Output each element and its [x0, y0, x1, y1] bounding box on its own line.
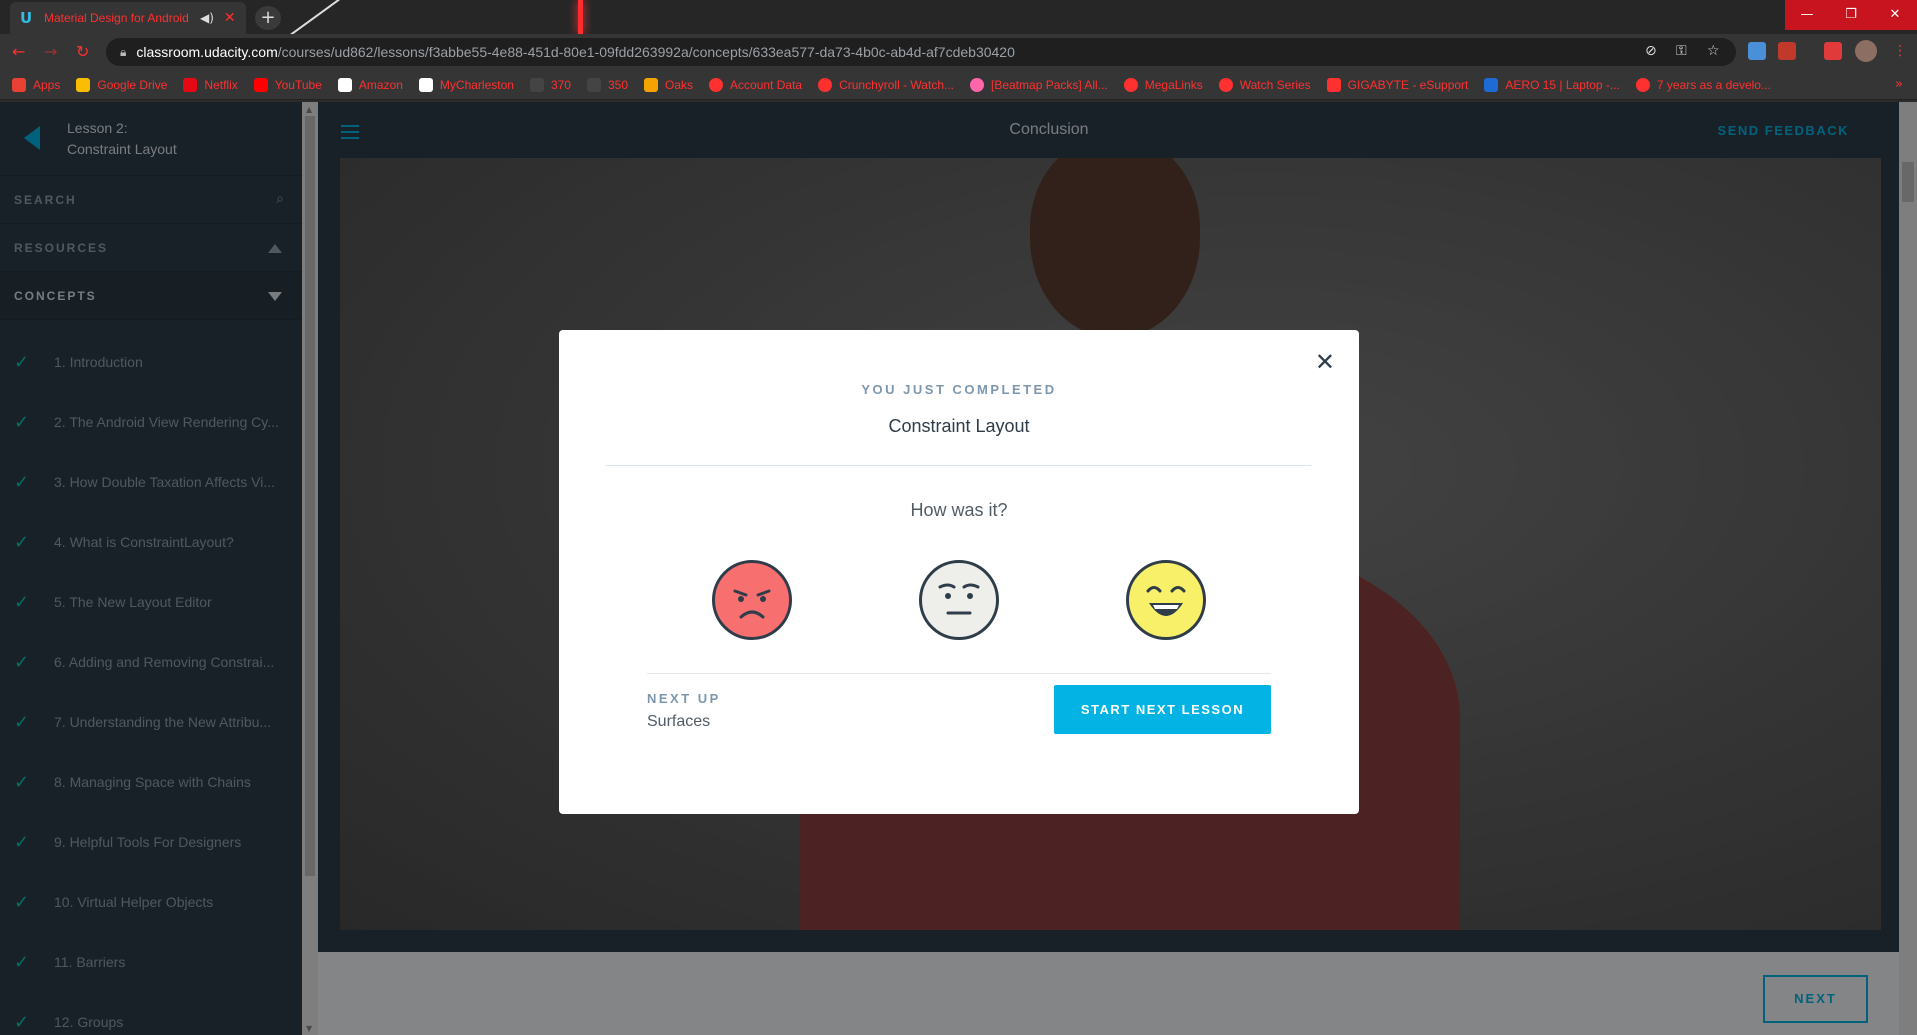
bookmark-item[interactable]: Netflix [183, 77, 238, 92]
bookmark-item[interactable]: 350 [586, 77, 628, 92]
menu-dots-icon[interactable]: ⋮ [1893, 43, 1907, 59]
bookmark-icon [818, 77, 833, 92]
next-up-lesson: Surfaces [647, 713, 711, 730]
bookmark-item[interactable]: Crunchyroll - Watch... [818, 77, 954, 92]
bookmark-icon [709, 77, 724, 92]
restore-button[interactable]: ❐ [1829, 0, 1873, 30]
next-up-label: NEXT UP [647, 691, 721, 706]
browser-tab[interactable]: U Material Design for Android ◀) ✕ [10, 2, 246, 34]
bookmarks-bar: Apps Google Drive Netflix YouTube Amazon… [0, 70, 1917, 100]
address-bar[interactable]: 🔒︎ classroom.udacity.com/courses/ud862/l… [106, 38, 1736, 66]
new-tab-button[interactable]: + [255, 6, 281, 30]
divider [647, 673, 1271, 674]
extension-icon[interactable] [1748, 42, 1766, 60]
happy-face-icon[interactable] [1126, 560, 1206, 640]
bookmark-icon [183, 77, 198, 92]
bookmark-item[interactable]: MegaLinks [1123, 77, 1203, 92]
blocked-icon[interactable]: ⊘ [1645, 43, 1657, 59]
bookmark-icon [529, 77, 544, 92]
audio-icon[interactable]: ◀) [200, 11, 214, 25]
angry-face-icon[interactable] [712, 560, 792, 640]
profile-avatar[interactable] [1855, 40, 1877, 62]
completed-label: YOU JUST COMPLETED [861, 382, 1057, 397]
browser-toolbar: ← → ↻ 🔒︎ classroom.udacity.com/courses/u… [0, 34, 1917, 70]
extension-icon[interactable] [1824, 42, 1842, 60]
url-path: /courses/ud862/lessons/f3abbe55-4e88-451… [277, 44, 1015, 60]
bookmark-item[interactable]: 370 [529, 77, 571, 92]
forward-arrow-icon[interactable]: → [44, 42, 57, 61]
browser-tab-strip: U Material Design for Android ◀) ✕ + — ❐… [0, 0, 1917, 36]
bookmarks-overflow-icon[interactable]: » [1895, 77, 1903, 92]
reload-icon[interactable]: ↻ [76, 42, 89, 61]
close-icon[interactable]: ✕ [1315, 348, 1335, 376]
start-next-lesson-button[interactable]: START NEXT LESSON [1054, 685, 1271, 734]
bookmark-icon [1123, 77, 1138, 92]
rating-prompt: How was it? [910, 500, 1008, 520]
bookmark-item[interactable]: MyCharleston [418, 77, 514, 92]
wallpaper-glow [578, 0, 583, 34]
lock-icon: 🔒︎ [120, 44, 127, 59]
bookmark-icon [1484, 77, 1499, 92]
lesson-complete-modal: ✕ YOU JUST COMPLETED Constraint Layout H… [559, 330, 1359, 814]
tab-title: Material Design for Android [44, 11, 189, 25]
bookmark-item[interactable]: [Beatmap Packs] All... [970, 77, 1108, 92]
bookmark-icon [644, 77, 659, 92]
bookmark-icon [12, 77, 26, 92]
back-arrow-icon[interactable]: ← [12, 42, 25, 61]
udacity-favicon-icon: U [20, 9, 33, 27]
bookmark-icon [586, 77, 601, 92]
bookmark-icon [1326, 77, 1341, 92]
bookmark-item[interactable]: Apps [12, 77, 60, 92]
bookmark-icon [970, 77, 984, 92]
bookmark-item[interactable]: 7 years as a develo... [1635, 77, 1771, 92]
bookmark-item[interactable]: YouTube [253, 77, 322, 92]
bookmark-item[interactable]: GIGABYTE - eSupport [1326, 77, 1468, 92]
url-host: classroom.udacity.com [136, 44, 278, 60]
bookmark-item[interactable]: Google Drive [76, 77, 167, 92]
bookmark-item[interactable]: Amazon [337, 77, 403, 92]
key-icon[interactable]: ⚿ [1676, 43, 1687, 59]
bookmark-icon [1218, 77, 1233, 92]
bookmark-item[interactable]: AERO 15 | Laptop -... [1484, 77, 1620, 92]
divider [606, 465, 1311, 466]
minimize-button[interactable]: — [1785, 0, 1829, 30]
tab-close-icon[interactable]: ✕ [224, 10, 236, 26]
neutral-face-icon[interactable] [919, 560, 999, 640]
extension-icon[interactable] [1778, 42, 1796, 60]
star-icon[interactable]: ☆ [1707, 43, 1720, 59]
completed-lesson-name: Constraint Layout [888, 416, 1030, 436]
bookmark-item[interactable]: Oaks [644, 77, 693, 92]
bookmark-icon [76, 77, 91, 92]
bookmark-item[interactable]: Watch Series [1218, 77, 1311, 92]
bookmark-icon [337, 77, 352, 92]
wallpaper-line [290, 0, 340, 36]
bookmark-icon [253, 77, 268, 92]
close-window-button[interactable]: ✕ [1873, 0, 1917, 30]
bookmark-item[interactable]: Account Data [709, 77, 802, 92]
bookmark-icon [418, 77, 433, 92]
bookmark-icon [1635, 77, 1650, 92]
